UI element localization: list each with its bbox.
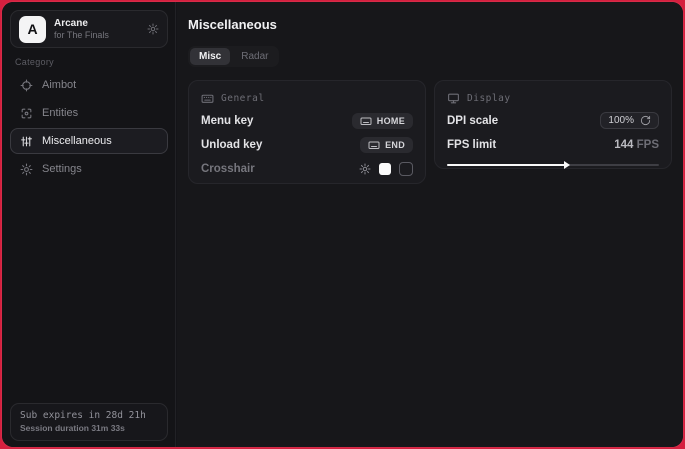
main-content: Miscellaneous Misc Radar General Menu ke… [177,2,683,447]
scan-icon [20,107,33,120]
keyboard-icon [368,139,380,151]
crosshair-controls [359,162,413,176]
unload-key-row: Unload key END [201,136,413,153]
page-title: Miscellaneous [188,17,277,32]
display-card-title: Display [467,93,511,104]
fps-number: 144 [614,139,633,151]
keyboard-icon [360,115,372,127]
dpi-scale-row: DPI scale 100% [447,112,659,129]
sliders-icon [20,135,33,148]
gear-icon[interactable] [147,23,159,35]
gear-icon[interactable] [359,163,371,175]
keyboard-icon [201,92,214,105]
sidebar-item-aimbot[interactable]: Aimbot [10,72,168,98]
unload-key-value: END [385,140,405,150]
dpi-scale-button[interactable]: 100% [600,112,659,129]
menu-key-label: Menu key [201,115,253,127]
app-logo: A [19,16,46,43]
gear-icon [20,163,33,176]
tab-radar[interactable]: Radar [232,48,277,65]
fps-limit-row: FPS limit 144 FPS [447,136,659,153]
menu-keybind-button[interactable]: HOME [352,113,413,129]
crosshair-icon [20,79,33,92]
refresh-icon[interactable] [640,115,651,126]
fps-limit-label: FPS limit [447,139,496,151]
sidebar-item-label: Entities [42,107,78,119]
dpi-scale-value: 100% [608,115,634,126]
sidebar-item-entities[interactable]: Entities [10,100,168,126]
sidebar: A Arcane for The Finals Category Aimbot [2,2,176,447]
sidebar-item-miscellaneous[interactable]: Miscellaneous [10,128,168,154]
tab-bar: Misc Radar [188,46,279,67]
dpi-scale-label: DPI scale [447,115,498,127]
general-card: General Menu key HOME Unload key END [188,80,426,184]
sidebar-item-label: Miscellaneous [42,135,112,147]
tab-misc[interactable]: Misc [190,48,230,65]
crosshair-checkbox[interactable] [399,162,413,176]
sidebar-nav: Aimbot Entities Miscellaneous Settings [10,72,168,184]
menu-key-row: Menu key HOME [201,112,413,129]
fps-slider-handle[interactable] [564,161,570,169]
unload-key-label: Unload key [201,139,262,151]
app-name: Arcane [54,18,147,30]
fps-unit: FPS [637,139,659,151]
monitor-icon [447,92,460,105]
subscription-status-card: Sub expires in 28d 21h Session duration … [10,403,168,441]
general-card-header: General [201,91,413,105]
fps-slider[interactable] [447,161,659,169]
general-card-title: General [221,93,265,104]
app-window: A Arcane for The Finals Category Aimbot [2,2,683,447]
sidebar-item-settings[interactable]: Settings [10,156,168,182]
crosshair-row: Crosshair [201,160,413,177]
crosshair-label: Crosshair [201,163,255,175]
sub-expiry-text: Sub expires in 28d 21h [20,409,158,422]
app-titles: Arcane for The Finals [54,18,147,41]
display-card-header: Display [447,91,659,105]
fps-limit-value: 144 FPS [614,139,659,151]
sidebar-header-card: A Arcane for The Finals [10,10,168,48]
app-subtitle: for The Finals [54,30,147,41]
crosshair-color-swatch[interactable] [379,163,391,175]
sidebar-item-label: Settings [42,163,82,175]
session-duration-text: Session duration 31m 33s [20,422,158,434]
display-card: Display DPI scale 100% FPS limit 144 FPS [434,80,672,169]
category-label: Category [15,57,54,67]
fps-slider-fill [447,164,566,166]
sidebar-item-label: Aimbot [42,79,76,91]
menu-key-value: HOME [377,116,405,126]
unload-keybind-button[interactable]: END [360,137,413,153]
